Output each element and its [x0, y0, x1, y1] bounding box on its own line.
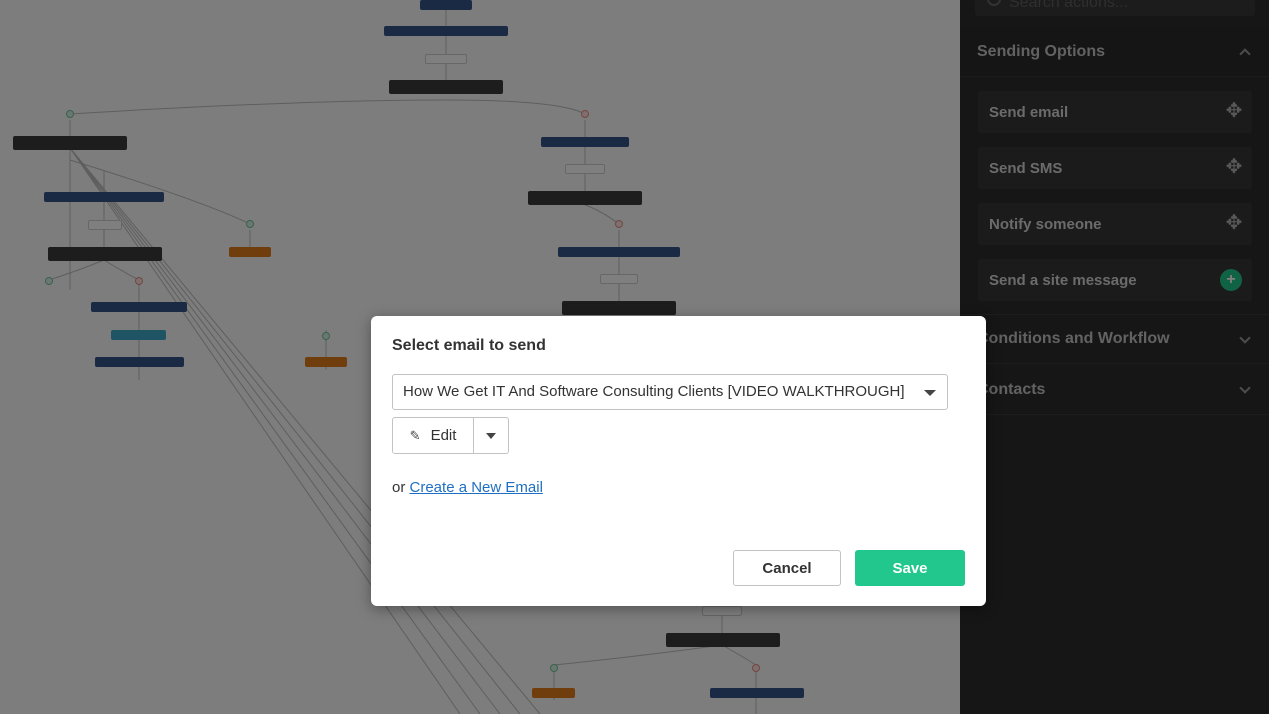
or-text: or: [392, 479, 410, 496]
create-new-email-link[interactable]: Create a New Email: [410, 479, 543, 496]
edit-button-group: ✎ Edit: [392, 417, 509, 454]
email-select[interactable]: How We Get IT And Software Consulting Cl…: [392, 374, 948, 410]
edit-label: Edit: [430, 427, 457, 444]
caret-down-icon: [924, 390, 936, 396]
pencil-icon: ✎: [409, 427, 421, 443]
save-button[interactable]: Save: [855, 550, 965, 586]
cancel-button[interactable]: Cancel: [733, 550, 841, 586]
create-email-line: or Create a New Email: [392, 479, 543, 496]
edit-button[interactable]: ✎ Edit: [392, 417, 474, 454]
email-select-value: How We Get IT And Software Consulting Cl…: [403, 383, 905, 400]
edit-dropdown-button[interactable]: [474, 417, 509, 454]
select-email-modal: Select email to send How We Get IT And S…: [371, 316, 986, 606]
caret-down-icon: [486, 433, 496, 439]
modal-title: Select email to send: [392, 337, 546, 354]
